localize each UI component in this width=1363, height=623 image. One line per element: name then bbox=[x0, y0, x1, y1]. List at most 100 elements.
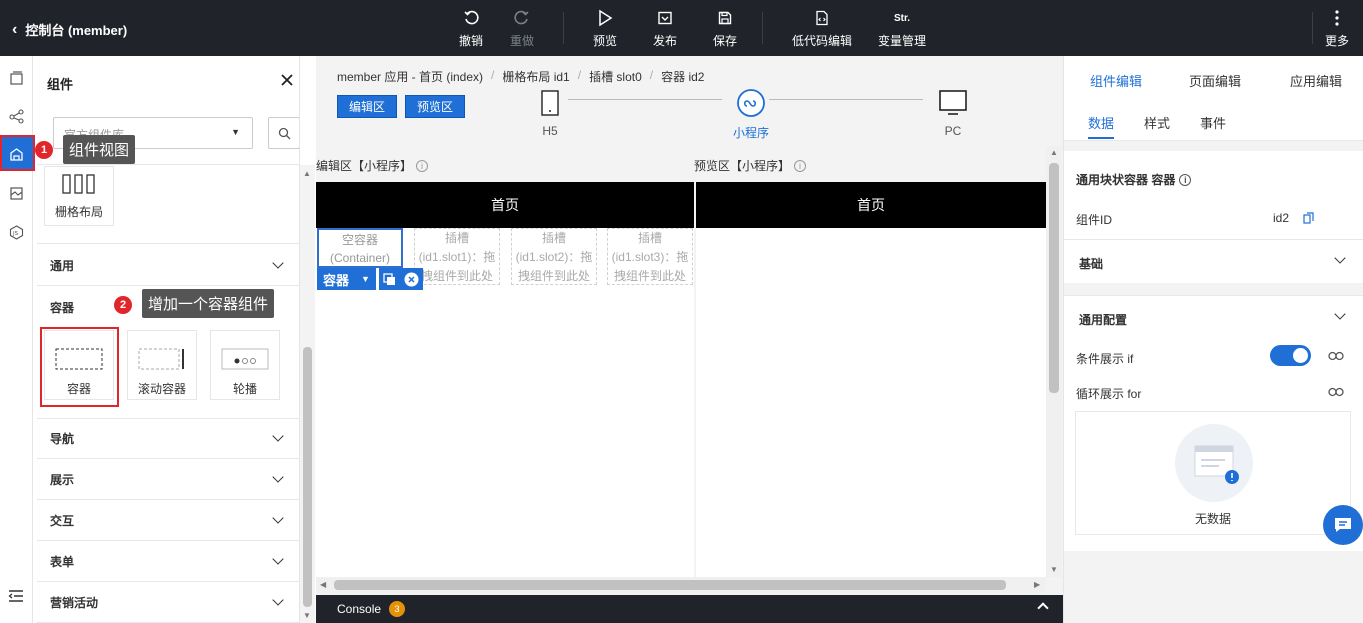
section-form[interactable]: 表单 bbox=[37, 542, 299, 582]
slot-placeholder[interactable]: 插槽 (id1.slot2)：拖 拽组件到此处 bbox=[511, 228, 597, 285]
scrollbar-thumb[interactable] bbox=[1049, 163, 1059, 393]
menu-collapse-icon[interactable] bbox=[6, 586, 26, 606]
tab-app-edit[interactable]: 应用编辑 bbox=[1290, 71, 1342, 90]
canvas-vertical-scrollbar[interactable]: ▲ ▼ bbox=[1046, 146, 1062, 577]
canvas-horizontal-scrollbar[interactable]: ◀ ▶ bbox=[316, 577, 1046, 593]
panel-title: 组件 bbox=[47, 77, 74, 92]
slot-placeholder[interactable]: 插槽 (id1.slot3)：拖 拽组件到此处 bbox=[607, 228, 693, 285]
info-icon[interactable]: i bbox=[794, 159, 807, 172]
undo-label: 撤销 bbox=[459, 34, 484, 48]
info-icon[interactable]: i bbox=[416, 159, 429, 172]
chat-support-button[interactable] bbox=[1323, 505, 1363, 545]
back-to-console-button[interactable]: ‹ 控制台 (member) bbox=[12, 20, 127, 39]
tab-page-edit[interactable]: 页面编辑 bbox=[1189, 71, 1241, 90]
loop-data-empty: 无数据 bbox=[1075, 411, 1351, 535]
device-h5[interactable]: H5 bbox=[541, 88, 559, 138]
device-miniprogram[interactable]: 小程序 bbox=[733, 88, 769, 141]
container-line: (Container) bbox=[329, 251, 391, 265]
link-icon[interactable] bbox=[1328, 385, 1344, 400]
component-id-row: 组件ID bbox=[1076, 211, 1112, 228]
copy-icon[interactable] bbox=[1303, 212, 1314, 224]
component-type-dropdown[interactable]: 容器 ▼ bbox=[317, 268, 376, 290]
section-basic[interactable]: 基础 bbox=[1064, 239, 1363, 283]
component-type-label: 容器 bbox=[323, 272, 350, 288]
scroll-left-icon: ◀ bbox=[320, 580, 327, 589]
chevron-up-icon[interactable] bbox=[1037, 602, 1049, 614]
breadcrumb-item[interactable]: 栅格布局 id1 bbox=[502, 68, 569, 85]
redo-button[interactable]: 重做 bbox=[510, 8, 534, 49]
variable-manage-button[interactable]: Str. 变量管理 bbox=[878, 8, 926, 49]
console-bar[interactable]: Console 3 bbox=[316, 595, 1063, 623]
grid-layout-card[interactable]: 栅格布局 bbox=[44, 166, 114, 226]
section-marketing[interactable]: 营销活动 bbox=[37, 583, 299, 623]
section-general-config[interactable]: 通用配置 bbox=[1064, 295, 1363, 339]
subtab-events[interactable]: 事件 bbox=[1200, 113, 1226, 132]
slot-line: (id1.slot1)：拖 bbox=[418, 250, 496, 264]
mobile-icon bbox=[541, 88, 559, 118]
section-navigation[interactable]: 导航 bbox=[37, 419, 299, 459]
link-icon[interactable] bbox=[1328, 349, 1344, 364]
toggle-knob bbox=[1293, 348, 1308, 363]
subtab-style[interactable]: 样式 bbox=[1144, 113, 1170, 132]
scroll-container-card[interactable]: 滚动容器 bbox=[127, 330, 197, 400]
slot-line: 插槽 bbox=[637, 231, 662, 245]
breadcrumb-item[interactable]: 插槽 slot0 bbox=[589, 68, 642, 85]
edit-area-title: 编辑区【小程序】 bbox=[316, 159, 413, 173]
section-interaction[interactable]: 交互 bbox=[37, 501, 299, 541]
subtab-data[interactable]: 数据 bbox=[1088, 113, 1115, 139]
publish-button[interactable]: 发布 bbox=[653, 8, 677, 49]
save-button[interactable]: 保存 bbox=[713, 8, 737, 49]
scrollbar-thumb[interactable] bbox=[303, 347, 312, 607]
lowcode-edit-button[interactable]: 低代码编辑 bbox=[792, 8, 852, 49]
property-tabs: 组件编辑 页面编辑 应用编辑 数据 样式 事件 bbox=[1064, 56, 1363, 141]
materials-icon[interactable] bbox=[6, 183, 26, 203]
tab-component-edit[interactable]: 组件编辑 bbox=[1090, 71, 1142, 90]
section-general-config-label: 通用配置 bbox=[1079, 313, 1128, 327]
chevron-down-icon bbox=[272, 553, 284, 565]
pages-icon[interactable] bbox=[6, 68, 26, 88]
slot-line: 拽组件到此处 bbox=[420, 269, 493, 283]
preview-button[interactable]: 预览 bbox=[593, 8, 617, 49]
empty-illustration bbox=[1175, 424, 1253, 502]
section-display[interactable]: 展示 bbox=[37, 460, 299, 500]
divider bbox=[37, 243, 299, 244]
preview-area-header: 预览区【小程序】 i bbox=[694, 157, 807, 174]
slot-placeholder[interactable]: 插槽 (id1.slot1)：拖 拽组件到此处 bbox=[414, 228, 500, 285]
close-icon[interactable] bbox=[281, 69, 299, 92]
breadcrumb-item[interactable]: member 应用 - 首页 (index) bbox=[337, 68, 483, 85]
device-pc[interactable]: PC bbox=[939, 88, 967, 138]
undo-button[interactable]: 撤销 bbox=[459, 8, 483, 49]
section-label: 展示 bbox=[50, 473, 75, 487]
empty-container[interactable]: 空容器 (Container) bbox=[317, 228, 403, 268]
breadcrumb-separator: / bbox=[491, 68, 495, 82]
edit-canvas[interactable]: 首页 空容器 (Container) 插槽 (id1.slot1)：拖 拽组件到… bbox=[316, 182, 694, 577]
section-gap bbox=[1064, 283, 1363, 295]
publish-icon bbox=[657, 8, 673, 28]
scroll-down-icon: ▼ bbox=[1050, 565, 1058, 574]
console-count-badge: 3 bbox=[389, 601, 406, 617]
delete-component-button[interactable] bbox=[399, 268, 423, 290]
callout-add-container: 增加一个容器组件 bbox=[142, 289, 275, 318]
info-icon[interactable]: i bbox=[1179, 173, 1192, 186]
copy-component-button[interactable] bbox=[378, 268, 400, 290]
edit-area-header: 编辑区【小程序】 i bbox=[316, 157, 429, 174]
section-general[interactable]: 通用 bbox=[37, 246, 299, 286]
search-button[interactable] bbox=[268, 117, 299, 149]
js-icon[interactable]: JS bbox=[6, 222, 26, 242]
preview-canvas: 首页 bbox=[696, 182, 1046, 577]
cond-display-toggle[interactable] bbox=[1270, 345, 1311, 366]
tree-icon[interactable] bbox=[6, 106, 26, 126]
carousel-card[interactable]: 轮播 bbox=[210, 330, 280, 400]
cond-display-row: 条件展示 if bbox=[1076, 350, 1133, 367]
save-label: 保存 bbox=[713, 34, 738, 48]
edit-area-button[interactable]: 编辑区 bbox=[337, 95, 398, 118]
more-vertical-icon bbox=[1335, 8, 1339, 28]
scrollbar-thumb[interactable] bbox=[334, 580, 1006, 590]
top-toolbar: ‹ 控制台 (member) 撤销 重做 预览 发布 保存 低代码编辑 Str.… bbox=[0, 0, 1363, 56]
breadcrumb-item[interactable]: 容器 id2 bbox=[661, 68, 704, 85]
panel-scrollbar[interactable]: ▲ ▼ bbox=[300, 165, 315, 623]
more-button[interactable]: 更多 bbox=[1325, 8, 1349, 49]
preview-area-button[interactable]: 预览区 bbox=[405, 95, 466, 118]
component-id-value: id2 bbox=[1273, 211, 1290, 225]
property-panel: 组件编辑 页面编辑 应用编辑 数据 样式 事件 通用块状容器 容器 i 组件ID… bbox=[1063, 56, 1363, 623]
